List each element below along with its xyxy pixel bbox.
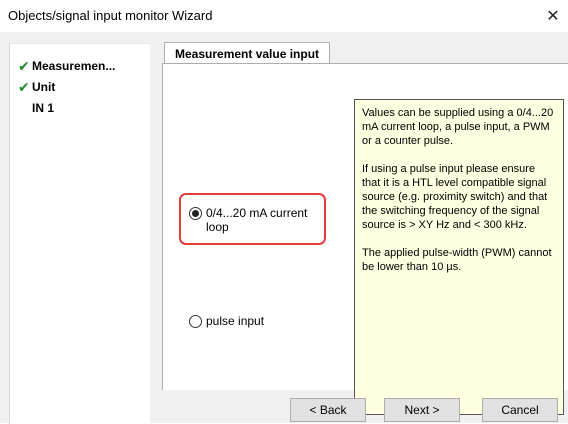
close-icon: ✕ xyxy=(546,8,560,25)
check-icon: ✔ xyxy=(18,78,30,95)
wizard-client-area: ✔ Measuremen... ✔ Unit IN 1 Measurement … xyxy=(0,32,568,424)
check-icon: ✔ xyxy=(18,57,30,74)
wizard-steps-list: ✔ Measuremen... ✔ Unit IN 1 xyxy=(9,43,150,424)
option-label: 0/4...20 mA current loop xyxy=(206,206,308,234)
back-button[interactable]: < Back xyxy=(290,398,366,422)
step-label: Measuremen... xyxy=(32,59,116,73)
option-current-loop[interactable]: 0/4...20 mA current loop xyxy=(189,206,309,234)
option-label: pulse input xyxy=(206,314,265,328)
info-paragraph: Values can be supplied using a 0/4...20 … xyxy=(362,107,554,147)
window-title: Objects/signal input monitor Wizard xyxy=(8,8,213,23)
info-paragraph: The applied pulse-width (PWM) cannot be … xyxy=(362,247,552,273)
next-button[interactable]: Next > xyxy=(384,398,460,422)
info-box: Values can be supplied using a 0/4...20 … xyxy=(354,99,564,415)
button-bar: < Back Next > Cancel xyxy=(0,398,568,424)
step-label: Unit xyxy=(32,80,56,94)
step-unit[interactable]: ✔ Unit xyxy=(18,79,55,95)
step-in1[interactable]: IN 1 xyxy=(18,100,54,116)
radio-pulse-input[interactable] xyxy=(189,315,202,328)
info-paragraph: If using a pulse input please ensure tha… xyxy=(362,163,548,231)
step-label: IN 1 xyxy=(32,101,55,115)
title-bar: Objects/signal input monitor Wizard ✕ xyxy=(0,0,568,32)
tab-strip: Measurement value input xyxy=(158,42,568,65)
tab-measurement-value-input[interactable]: Measurement value input xyxy=(164,42,331,65)
option-pulse-input[interactable]: pulse input xyxy=(189,314,264,328)
tab-panel: 0/4...20 mA current loop pulse input Val… xyxy=(162,63,568,415)
close-button[interactable]: ✕ xyxy=(538,0,568,32)
cancel-button[interactable]: Cancel xyxy=(482,398,558,422)
radio-current-loop[interactable] xyxy=(189,207,202,220)
step-measurement[interactable]: ✔ Measuremen... xyxy=(18,58,115,74)
